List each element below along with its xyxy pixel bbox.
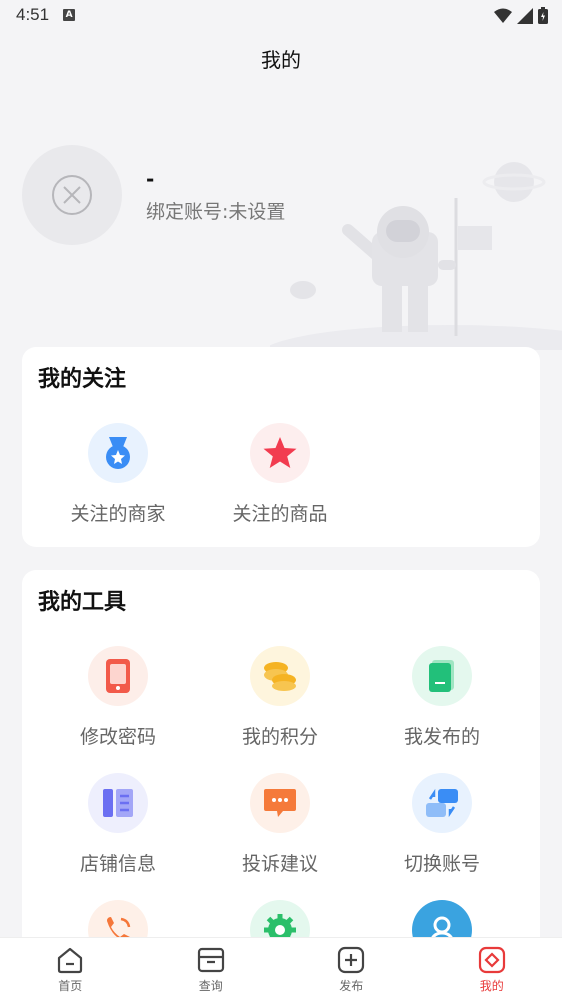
notification-a-icon: A [63, 9, 76, 21]
my-posts-item[interactable]: 我发布的 [361, 646, 523, 749]
complaint-item[interactable]: 投诉建议 [199, 773, 361, 876]
followed-products-item[interactable]: 关注的商品 [199, 423, 361, 526]
followed-merchants-item[interactable]: 关注的商家 [37, 423, 199, 526]
switch-account-item[interactable]: 切换账号 [361, 773, 523, 876]
tools-card-title: 我的工具 [38, 590, 127, 615]
tab-mine[interactable]: 我的 [422, 938, 562, 1000]
profile-name: - [146, 166, 155, 191]
plus-icon [338, 946, 365, 974]
tab-publish-label: 发布 [339, 979, 364, 993]
wifi-icon [494, 8, 512, 23]
planet-icon [482, 162, 546, 202]
profile-header[interactable]: - 绑定账号:未设置 [22, 145, 285, 245]
tab-query-label: 查询 [198, 979, 223, 993]
profile-bind-status: 绑定账号:未设置 [146, 200, 286, 223]
status-bar: 4:51 A [0, 0, 562, 30]
change-password-item[interactable]: 修改密码 [37, 646, 199, 749]
bottom-tab-bar: 首页 查询 发布 我的 [0, 937, 562, 1000]
store-info-item[interactable]: 店铺信息 [37, 773, 199, 876]
tab-mine-label: 我的 [479, 979, 504, 993]
signal-icon [517, 7, 533, 24]
phone-lock-icon [88, 646, 148, 706]
coins-icon [250, 646, 310, 706]
my-points-label: 我的积分 [241, 726, 318, 748]
switch-account-label: 切换账号 [403, 853, 480, 875]
message-icon [250, 773, 310, 833]
book-icon [412, 646, 472, 706]
avatar-placeholder-icon [52, 175, 92, 215]
store-info-icon [88, 773, 148, 833]
status-icons [494, 7, 548, 24]
tab-publish[interactable]: 发布 [281, 938, 422, 1000]
battery-icon [538, 7, 548, 24]
medal-icon [88, 423, 148, 483]
followed-merchants-label: 关注的商家 [70, 503, 166, 525]
complaint-label: 投诉建议 [241, 853, 318, 875]
status-time: 4:51 [16, 5, 50, 24]
astronaut-illustration [270, 162, 562, 350]
store-info-label: 店铺信息 [79, 853, 156, 875]
my-posts-label: 我发布的 [403, 726, 480, 748]
page-title: 我的 [261, 48, 301, 72]
box-icon [197, 947, 224, 973]
tools-card: 我的工具 修改密码 我的积分 我发布的 店铺信息 投诉建议 切换账号 [22, 570, 540, 990]
follow-card: 我的关注 关注的商家 关注的商品 [22, 347, 540, 547]
my-points-item[interactable]: 我的积分 [199, 646, 361, 749]
followed-products-label: 关注的商品 [232, 503, 328, 525]
switch-icon [412, 773, 472, 833]
profile-tab-icon [478, 946, 505, 974]
tab-home-label: 首页 [58, 979, 83, 993]
avatar[interactable] [22, 145, 122, 245]
follow-card-title: 我的关注 [38, 367, 127, 392]
tab-home[interactable]: 首页 [0, 938, 141, 1000]
star-icon [250, 423, 310, 483]
change-password-label: 修改密码 [79, 726, 156, 748]
tab-query[interactable]: 查询 [141, 938, 282, 1000]
home-icon [58, 947, 83, 974]
